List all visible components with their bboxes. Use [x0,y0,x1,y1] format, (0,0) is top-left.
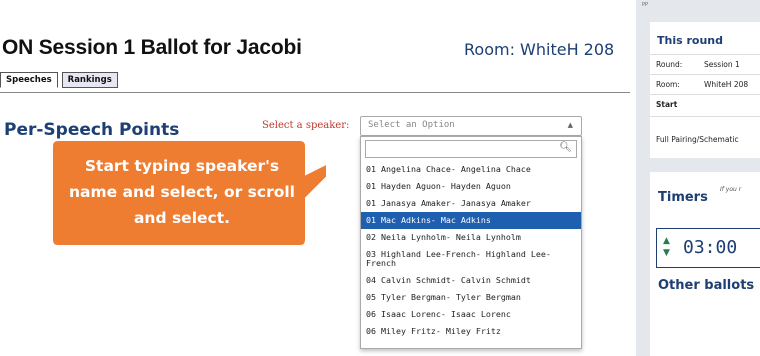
ballot-page: ON Session 1 Ballot for Jacobi Room: Whi… [0,0,630,356]
round-row: Round: Session 1 [656,60,740,69]
arrow-down-icon[interactable]: ▼ [663,247,670,259]
speaker-search-input[interactable]: 🔍︎ [365,140,577,158]
this-round-card: This round Round: Session 1 Room: WhiteH… [650,22,760,158]
speaker-options-list: 01 Angelina Chace- Angelina Chace 01 Hayd… [361,161,581,340]
room-row: Room: WhiteH 208 [656,80,748,89]
speaker-option[interactable]: 05 Tyler Bergman- Tyler Bergman [361,289,581,306]
room-row-value: WhiteH 208 [704,80,749,89]
tab-rankings[interactable]: Rankings [61,72,118,88]
divider [650,116,760,117]
speaker-option[interactable]: 01 Mac Adkins- Mac Adkins [361,212,581,229]
timers-card: Timers If you r ▲ ▼ 03:00 Other ballots [650,172,760,356]
timer-stepper[interactable]: ▲ ▼ [663,235,670,259]
divider [650,54,760,55]
tab-divider [0,92,630,93]
speaker-option[interactable]: 03 Highland Lee-French- Highland Lee-Fre… [361,246,581,272]
speaker-option[interactable]: 02 Neila Lynholm- Neila Lynholm [361,229,581,246]
divider [650,74,760,75]
side-panel: PP This round Round: Session 1 Room: Whi… [636,0,760,356]
callout-text: Start typing speaker's name and select, … [68,157,295,227]
room-label: Room: WhiteH 208 [464,40,615,59]
speaker-option[interactable]: 01 Hayden Aguon- Hayden Aguon [361,178,581,195]
speaker-option[interactable]: 06 Miley Fritz- Miley Fritz [361,323,581,340]
speaker-option[interactable]: 04 Calvin Schmidt- Calvin Schmidt [361,272,581,289]
timers-title: Timers [658,190,708,205]
speaker-option[interactable]: 06 Isaac Lorenc- Isaac Lorenc [361,306,581,323]
tab-speeches[interactable]: Speeches [0,72,58,88]
divider [650,94,760,95]
caret-up-icon: ▲ [567,121,573,129]
speaker-select-placeholder: Select an Option [368,120,455,130]
speaker-select[interactable]: Select an Option ▲ [360,116,582,136]
select-speaker-label: Select a speaker: [262,120,350,131]
page-title: ON Session 1 Ballot for Jacobi [2,36,302,59]
instruction-callout: Start typing speaker's name and select, … [52,140,326,246]
speaker-dropdown: 🔍︎ 01 Angelina Chace- Angelina Chace 01 H… [360,136,582,349]
this-round-title: This round [657,34,723,47]
room-row-label: Room: [656,80,680,89]
start-label: Start [656,100,678,109]
ballot-tabs: Speeches Rankings [0,72,118,88]
arrow-up-icon[interactable]: ▲ [663,235,670,247]
search-icon: 🔍︎ [559,142,572,153]
speaker-option[interactable]: 01 Angelina Chace- Angelina Chace [361,161,581,178]
timer-display[interactable]: ▲ ▼ 03:00 [656,228,760,268]
round-label: Round: [656,60,683,69]
start-row: Start [656,100,677,109]
timers-note: If you r [720,186,742,193]
section-title: Per-Speech Points [4,120,180,140]
timer-value: 03:00 [683,237,738,258]
other-ballots-heading: Other ballots [658,278,755,293]
full-pairing-link[interactable]: Full Pairing/Schematic [656,135,739,144]
round-value: Session 1 [704,60,740,69]
speaker-option[interactable]: 01 Janasya Amaker- Janasya Amaker [361,195,581,212]
corner-mark: PP [642,2,649,8]
